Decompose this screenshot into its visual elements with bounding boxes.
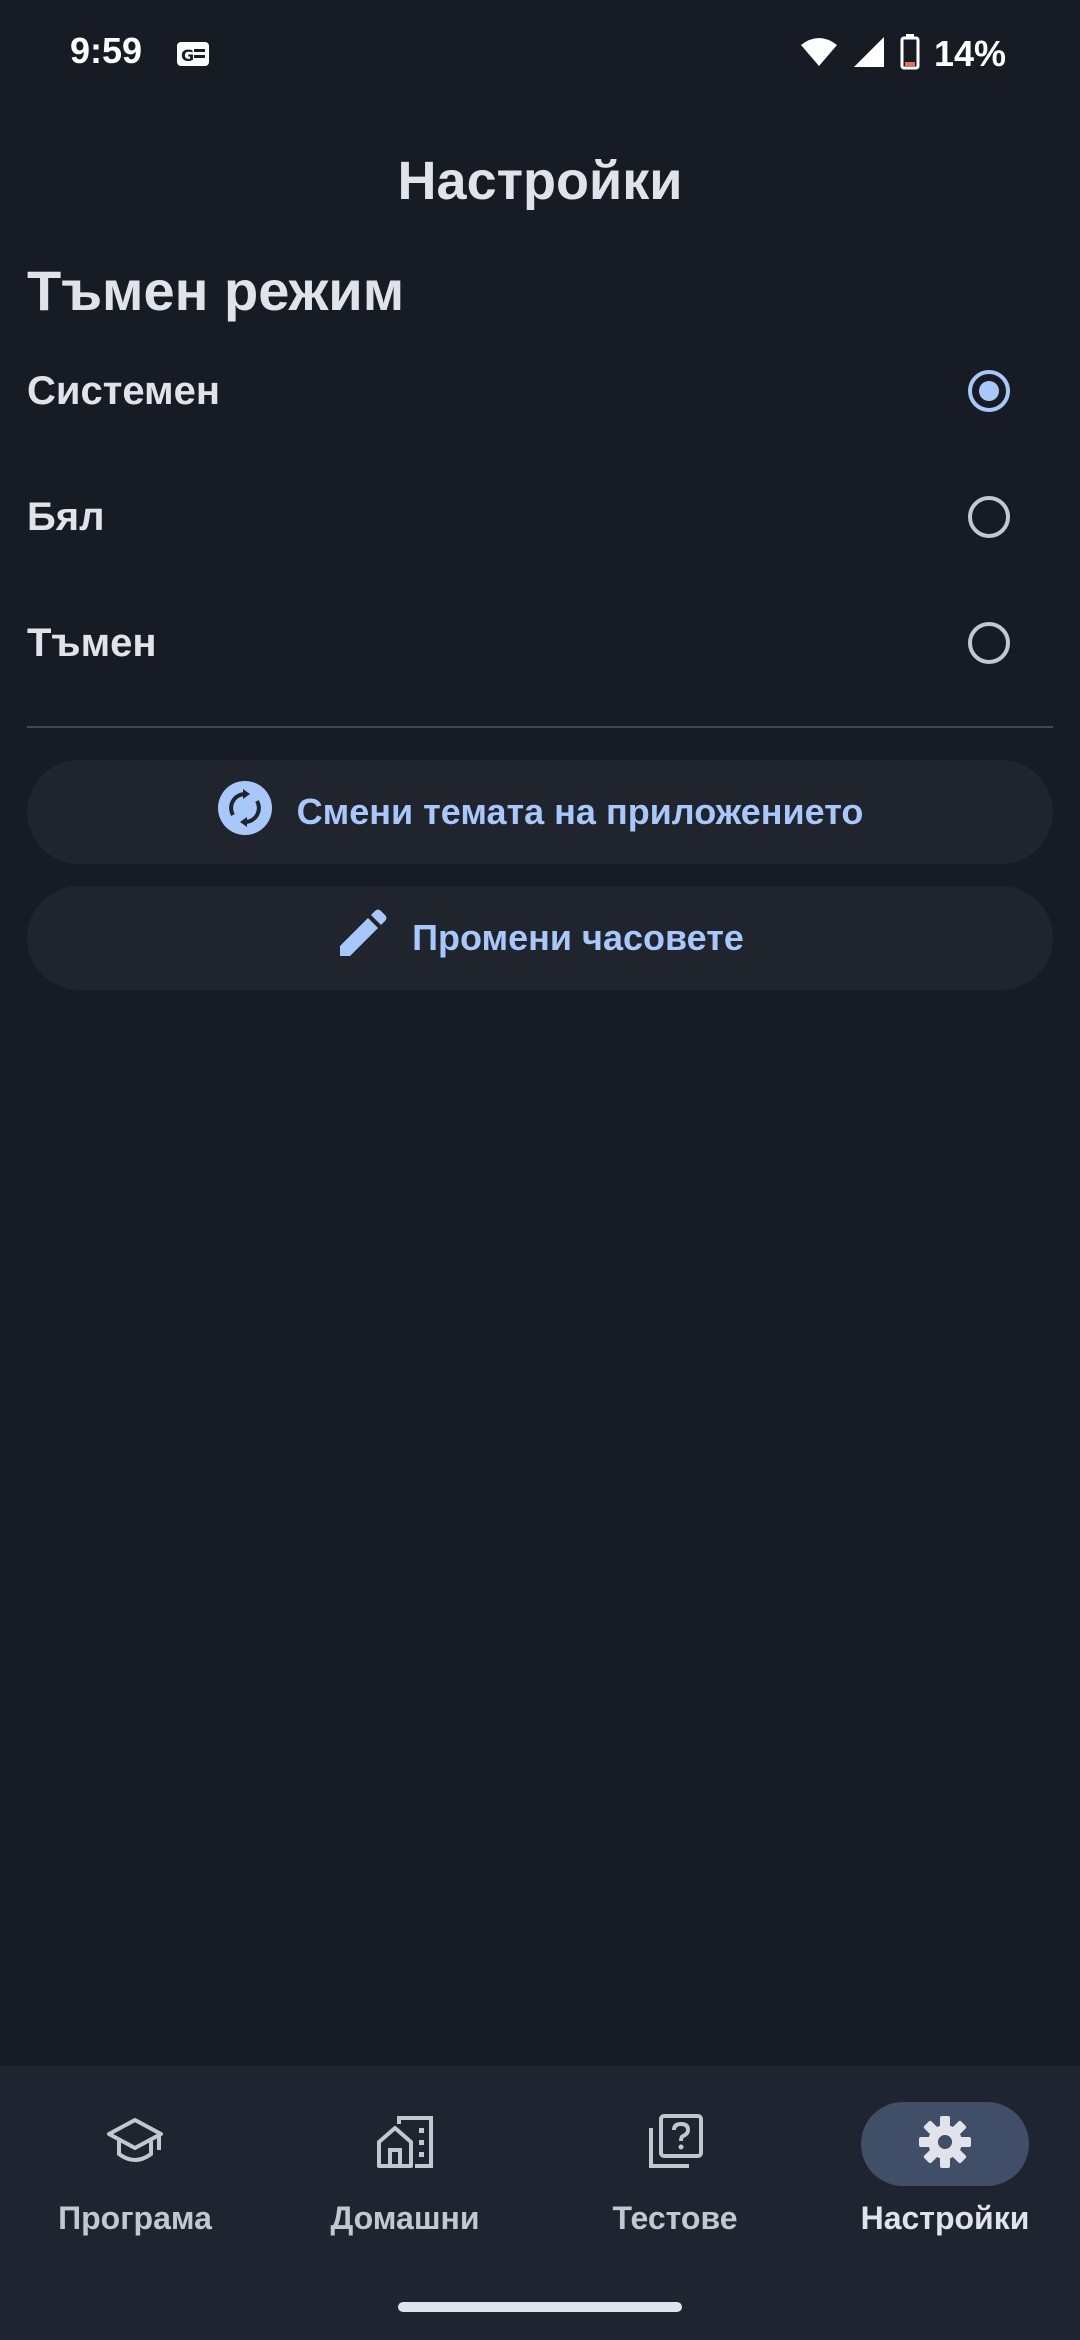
radio-button-light[interactable] (968, 496, 1010, 538)
school-icon (105, 2116, 165, 2173)
home-indicator[interactable] (398, 2302, 682, 2312)
nav-icon-container-active (861, 2102, 1029, 2186)
nav-icon-container (51, 2102, 219, 2186)
nav-label: Домашни (330, 2200, 480, 2236)
status-bar: 9:59 G 14% (0, 0, 1080, 108)
radio-option-label: Бял (27, 494, 105, 539)
nav-item-schedule[interactable]: Програма (0, 2102, 270, 2262)
radio-option-light[interactable]: Бял (0, 454, 1080, 580)
nav-item-settings[interactable]: Настройки (810, 2102, 1080, 2262)
notification-card-icon: G (176, 40, 210, 68)
wifi-icon (800, 36, 838, 73)
radio-option-label: Тъмен (27, 620, 157, 665)
radio-button-system[interactable] (968, 370, 1010, 412)
nav-item-tests[interactable]: Тестове (540, 2102, 810, 2262)
sync-icon (217, 780, 273, 845)
nav-icon-container (591, 2102, 759, 2186)
nav-label: Тестове (612, 2200, 738, 2236)
radio-button-dark[interactable] (968, 622, 1010, 664)
nav-label: Настройки (860, 2200, 1030, 2236)
change-theme-button[interactable]: Смени темата на приложението (27, 760, 1053, 864)
battery-percent: 14% (933, 33, 1006, 74)
settings-screen: 9:59 G 14% Настройки Тъмен режим Системе… (0, 0, 1080, 2340)
edit-hours-button[interactable]: Промени часовете (27, 886, 1053, 990)
radio-option-system[interactable]: Системен (0, 328, 1080, 454)
status-time: 9:59 (70, 30, 143, 71)
section-divider (27, 726, 1053, 728)
page-title: Настройки (397, 151, 683, 211)
svg-text:G: G (181, 46, 194, 65)
home-work-icon (375, 2114, 435, 2175)
edit-hours-label: Промени часовете (412, 917, 744, 958)
status-right-group: 14% (800, 30, 1006, 78)
battery-icon (900, 33, 920, 75)
radio-option-dark[interactable]: Тъмен (0, 580, 1080, 706)
gear-icon (918, 2115, 972, 2174)
quiz-icon (647, 2113, 703, 2175)
radio-option-label: Системен (27, 368, 221, 413)
change-theme-label: Смени темата на приложението (296, 791, 864, 832)
bottom-navigation: Програма Домашни Тестове Настройки (0, 2066, 1080, 2340)
nav-label: Програма (58, 2200, 212, 2236)
pencil-icon (336, 908, 388, 969)
nav-icon-container (321, 2102, 489, 2186)
nav-item-homework[interactable]: Домашни (270, 2102, 540, 2262)
signal-icon (852, 35, 886, 74)
dark-mode-section-title: Тъмен режим (27, 259, 405, 322)
